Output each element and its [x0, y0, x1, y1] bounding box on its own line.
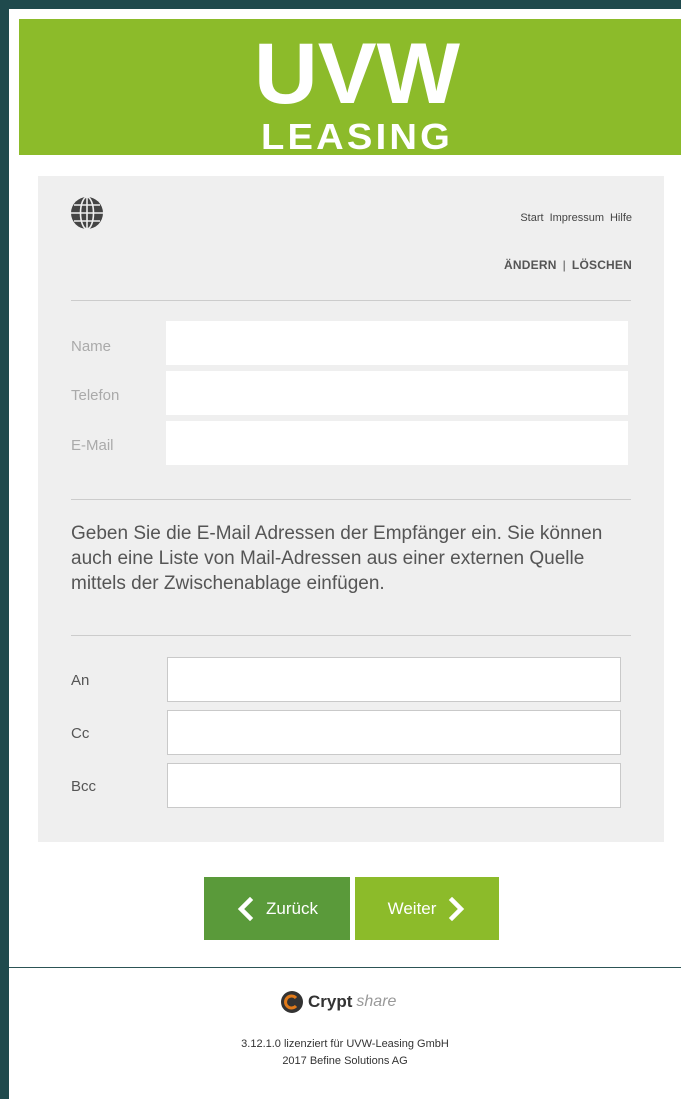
- recipient-instructions: Geben Sie die E-Mail Adressen der Empfän…: [71, 523, 603, 594]
- license-text: 3.12.1.0 lizenziert für UVW-Leasing GmbH: [241, 1038, 449, 1050]
- phone-field[interactable]: [166, 371, 628, 415]
- bcc-label: Bcc: [71, 778, 97, 795]
- nav-link-start[interactable]: Start: [520, 212, 543, 224]
- sender-actions: ÄNDERN | LÖSCHEN: [504, 258, 632, 272]
- next-button[interactable]: Weiter: [355, 877, 499, 940]
- email-field[interactable]: [166, 421, 628, 465]
- footer-divider: [9, 967, 681, 968]
- window-frame-left: [0, 0, 9, 1099]
- cc-field[interactable]: [167, 710, 621, 755]
- cryptshare-word: Crypt: [308, 992, 353, 1011]
- chevron-right-icon: [449, 896, 465, 921]
- change-link[interactable]: ÄNDERN: [504, 258, 557, 272]
- nav-link-hilfe[interactable]: Hilfe: [610, 212, 632, 224]
- divider-middle: [71, 499, 631, 500]
- name-field[interactable]: [166, 321, 628, 365]
- cryptshare-logo: Crypt share: [280, 990, 396, 1014]
- header-banner: UVW LEASING: [19, 19, 681, 155]
- back-button-label: Zurück: [266, 898, 318, 918]
- svg-text:LEASING: LEASING: [261, 116, 453, 151]
- divider-recipients: [71, 635, 631, 636]
- divider-top: [71, 300, 631, 301]
- cryptshare-suffix: share: [356, 993, 397, 1010]
- chevron-left-icon: [237, 896, 254, 921]
- nav-link-impressum[interactable]: Impressum: [550, 212, 604, 224]
- window-frame-top: [0, 0, 681, 9]
- next-button-label: Weiter: [387, 898, 437, 918]
- delete-link[interactable]: LÖSCHEN: [572, 258, 632, 272]
- to-field[interactable]: [167, 657, 621, 702]
- cc-label: Cc: [71, 725, 90, 742]
- copyright-text: 2017 Befine Solutions AG: [282, 1055, 408, 1067]
- back-button[interactable]: Zurück: [204, 877, 350, 940]
- actions-separator: |: [562, 258, 566, 272]
- top-nav-links: Start Impressum Hilfe: [520, 212, 632, 224]
- globe-icon[interactable]: [69, 195, 105, 231]
- bcc-field[interactable]: [167, 763, 621, 808]
- phone-label: Telefon: [71, 387, 120, 404]
- name-label: Name: [71, 338, 112, 355]
- cryptshare-mark-icon: [281, 991, 303, 1013]
- email-label: E-Mail: [71, 437, 114, 454]
- svg-text:UVW: UVW: [254, 26, 461, 122]
- form-panel: Start Impressum Hilfe ÄNDERN | LÖSCHEN N…: [38, 176, 664, 842]
- to-label: An: [71, 672, 90, 689]
- uvw-leasing-logo: UVW LEASING: [254, 26, 461, 151]
